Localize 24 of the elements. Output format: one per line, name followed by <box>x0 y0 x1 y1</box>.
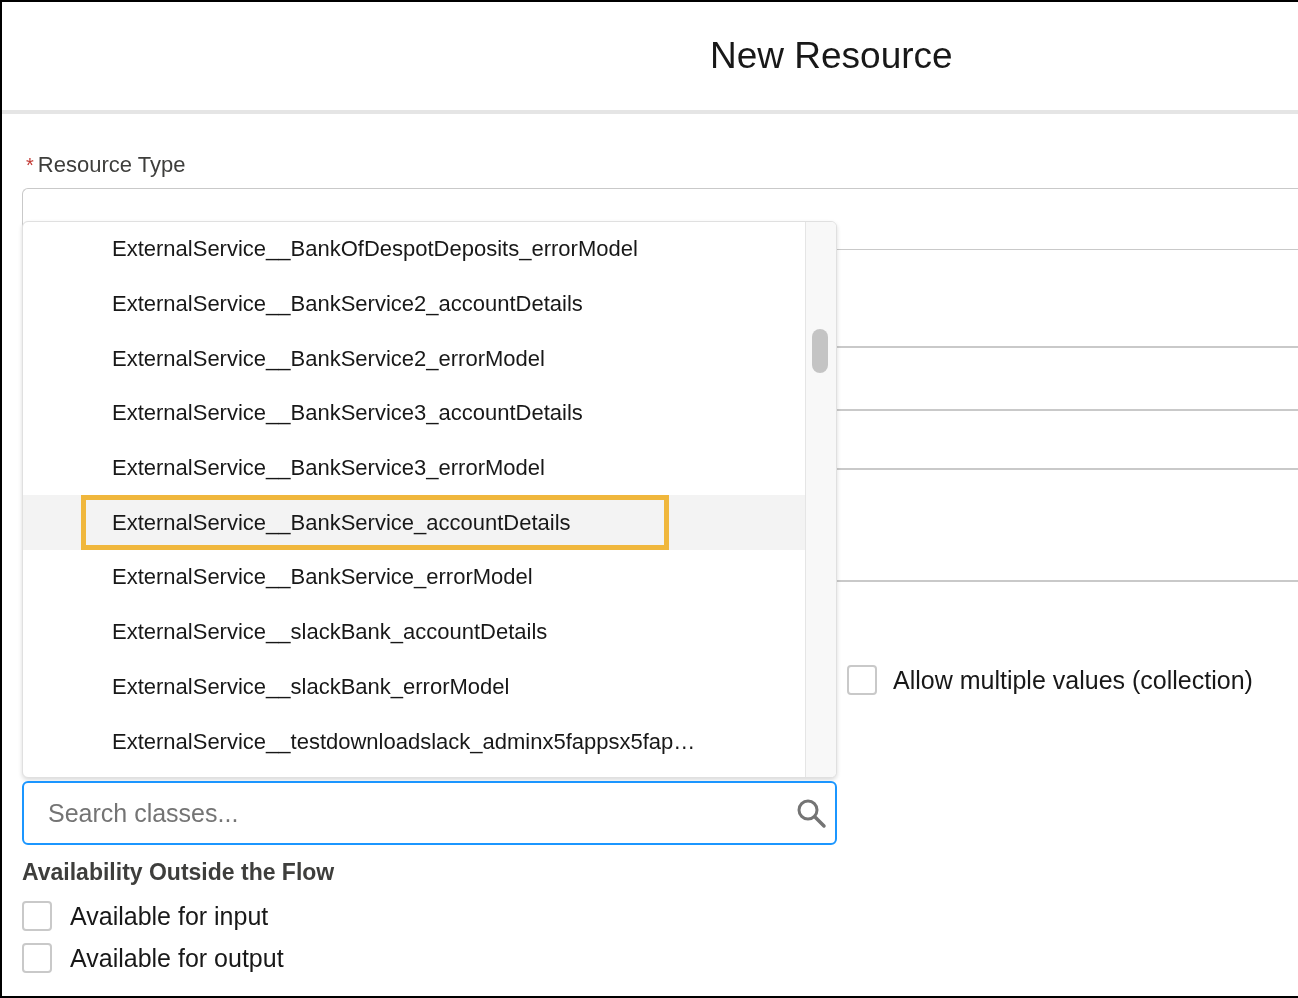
checkbox[interactable] <box>847 665 877 695</box>
dropdown-item[interactable]: ExternalService__BankService_errorModel <box>23 550 805 605</box>
field-label: Resource Type <box>37 152 186 178</box>
scrollbar-thumb[interactable] <box>812 329 828 373</box>
required-asterisk: * <box>26 154 34 177</box>
dropdown-item[interactable]: ExternalService__slackBank_accountDetails <box>23 604 805 660</box>
section-heading: Availability Outside the Flow <box>22 859 336 887</box>
dropdown-item[interactable]: ExternalService__BankService_accountDetails <box>23 495 805 551</box>
checkbox-label: Available for output <box>70 943 284 973</box>
dropdown-item[interactable]: ExternalService__BankService3_errorModel <box>23 440 805 496</box>
checkbox-label: Available for input <box>70 901 269 931</box>
search-field[interactable]: Search classes... <box>22 781 837 845</box>
checkbox[interactable] <box>22 943 52 973</box>
dropdown-item[interactable]: ExternalService__BankService2_errorModel <box>23 331 805 387</box>
checkbox[interactable] <box>22 901 52 931</box>
dropdown-item[interactable]: ExternalService__slackBank_errorModel <box>23 659 805 715</box>
checkbox-label: Allow multiple values (collection) <box>893 665 1253 695</box>
search-icon <box>795 797 827 829</box>
modal-title: New Resource <box>710 35 953 77</box>
dropdown-item[interactable]: ExternalService__testdownloadslack_adminx5fappsx5fap… <box>23 714 805 769</box>
dropdown-item[interactable]: ExternalService__BankService3_accountDetails <box>23 386 805 441</box>
dropdown-item[interactable]: ExternalService__BankOfDespotDeposits_errorModel <box>23 222 805 277</box>
scrollbar[interactable] <box>805 222 836 777</box>
dropdown-item[interactable]: ExternalService__BankService2_accountDetails <box>23 276 805 332</box>
